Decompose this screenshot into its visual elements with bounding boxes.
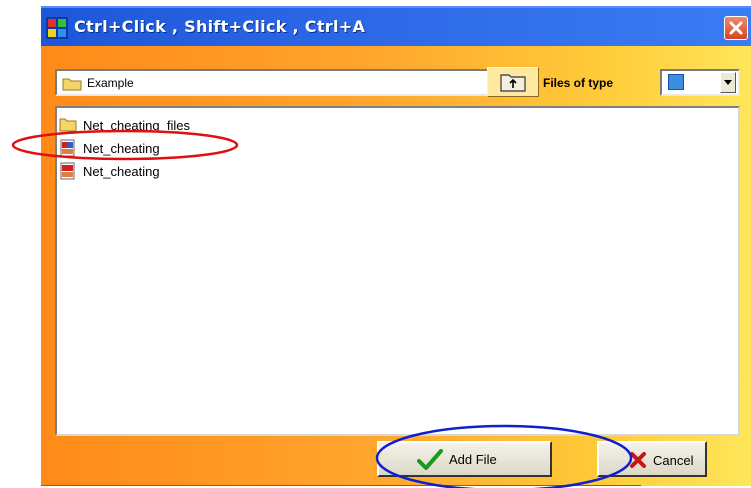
- file-type-icon: [668, 74, 684, 90]
- file-type-dropdown-button[interactable]: [720, 72, 736, 93]
- file-name: Net_cheating: [83, 164, 160, 179]
- cancel-button[interactable]: Cancel: [597, 441, 707, 477]
- background-divider: [41, 485, 641, 486]
- web-page-icon: [59, 139, 77, 157]
- folder-icon: [62, 76, 82, 91]
- file-name: Net_cheating: [83, 141, 160, 156]
- app-icon: [46, 17, 68, 39]
- web-page-icon: [59, 162, 77, 180]
- current-folder-label: Example: [87, 76, 134, 90]
- cancel-x-icon: [630, 452, 646, 468]
- file-name: Net_cheating_files: [83, 118, 190, 133]
- close-icon: [729, 21, 743, 35]
- file-list[interactable]: Net_cheating_files Net_cheating Net_chea…: [55, 106, 740, 436]
- chevron-down-icon: [724, 80, 732, 85]
- cancel-label: Cancel: [653, 453, 694, 468]
- folder-icon: [59, 116, 77, 134]
- title-bar: Ctrl+Click , Shift+Click , Ctrl+A: [41, 6, 751, 46]
- folder-select[interactable]: Example: [55, 69, 516, 96]
- checkmark-icon: [417, 449, 443, 470]
- list-item[interactable]: Net_cheating: [59, 162, 219, 180]
- folder-up-icon: [500, 74, 526, 92]
- add-file-label: Add File: [449, 452, 497, 467]
- file-type-select[interactable]: [660, 69, 740, 96]
- up-folder-button[interactable]: [487, 67, 539, 97]
- list-item[interactable]: Net_cheating: [59, 139, 219, 157]
- dialog-title: Ctrl+Click , Shift+Click , Ctrl+A: [74, 17, 366, 36]
- list-item[interactable]: Net_cheating_files: [59, 116, 259, 134]
- files-of-type-label: Files of type: [543, 76, 614, 90]
- add-file-button[interactable]: Add File: [377, 441, 552, 477]
- file-dialog: Ctrl+Click , Shift+Click , Ctrl+A Exampl…: [41, 6, 751, 486]
- close-button[interactable]: [724, 16, 748, 40]
